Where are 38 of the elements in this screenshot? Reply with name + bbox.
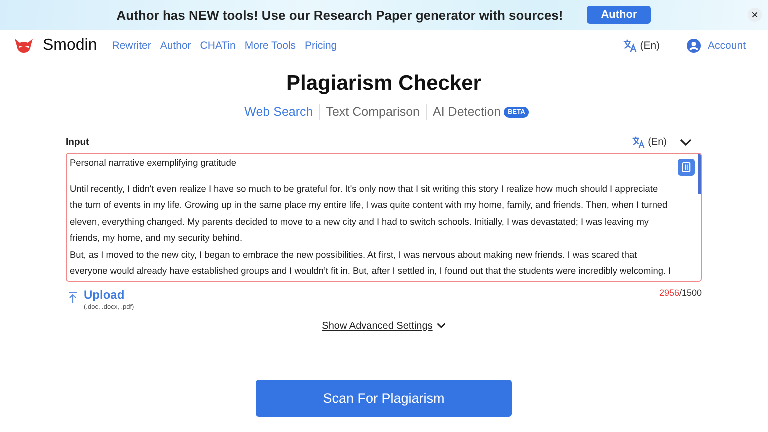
text-line: Until recently, I didn't even realize I have so much to be grateful for. It's only now that I sit writing this story I realize how much should I appreciate: [70, 182, 660, 196]
text-line: Personal narrative exemplifying gratitude: [70, 157, 236, 170]
upload-link[interactable]: Upload: [84, 288, 134, 302]
translate-icon[interactable]: [623, 39, 638, 53]
close-button[interactable]: ×: [748, 8, 762, 22]
delete-button[interactable]: [678, 159, 695, 176]
character-count: 2956/1500: [659, 288, 702, 298]
banner-message: Author has NEW tools! Use our Research Paper generator with sources!: [116, 8, 564, 22]
account-icon[interactable]: [687, 39, 702, 53]
text-line: But, as I moved to the new city, I began to embrace the new possibilities. At first, I was nervous about making new friends. I was scared that: [70, 248, 638, 262]
nav-link[interactable]: CHATin: [200, 40, 236, 52]
account-link[interactable]: Account: [708, 40, 746, 52]
scan-button[interactable]: Scan For Plagiarism: [256, 380, 512, 416]
author-button[interactable]: Author: [587, 6, 652, 24]
page-title: Plagiarism Checker: [286, 72, 482, 96]
text-line: eleven, everything changed. My parents decided to move to a new city and I had to switch schools. Initially, I was devastated; I was leaving my: [70, 216, 650, 229]
input-label: Input: [66, 137, 90, 148]
advanced-settings-link[interactable]: Show Advanced Settings: [322, 320, 433, 332]
nav-link[interactable]: Author: [160, 40, 192, 52]
trash-icon[interactable]: [682, 162, 691, 173]
nav-link[interactable]: More Tools: [244, 40, 296, 52]
language-selector[interactable]: (En): [640, 40, 660, 52]
text-line: friends, my home, and my security behind.: [70, 232, 244, 245]
translate-icon[interactable]: [632, 136, 646, 149]
devil-logo-icon[interactable]: [14, 38, 34, 54]
brand-name[interactable]: Smodin: [43, 37, 98, 55]
text-line: the turn of events in my life. Growing up in the same place my entire life, I was quite content with my home, family, and friends. Then, when I turned: [70, 199, 669, 212]
mode-tab[interactable]: Text Comparison: [320, 105, 426, 119]
scrollbar[interactable]: [698, 154, 701, 194]
chevron-down-icon[interactable]: [436, 323, 446, 329]
text-line: everyone would already have established groups and I wouldn’t fit in. But, after I settled in, I found out that the students were incredibly welcoming. I: [70, 265, 672, 278]
input-language[interactable]: (En): [648, 137, 667, 148]
nav-link[interactable]: Pricing: [305, 40, 338, 52]
nav-link[interactable]: Rewriter: [112, 40, 152, 52]
mode-tab[interactable]: Web Search: [238, 105, 320, 119]
text-input-field[interactable]: [66, 153, 702, 282]
chevron-down-icon[interactable]: [680, 138, 692, 146]
upload-icon[interactable]: [68, 292, 78, 304]
